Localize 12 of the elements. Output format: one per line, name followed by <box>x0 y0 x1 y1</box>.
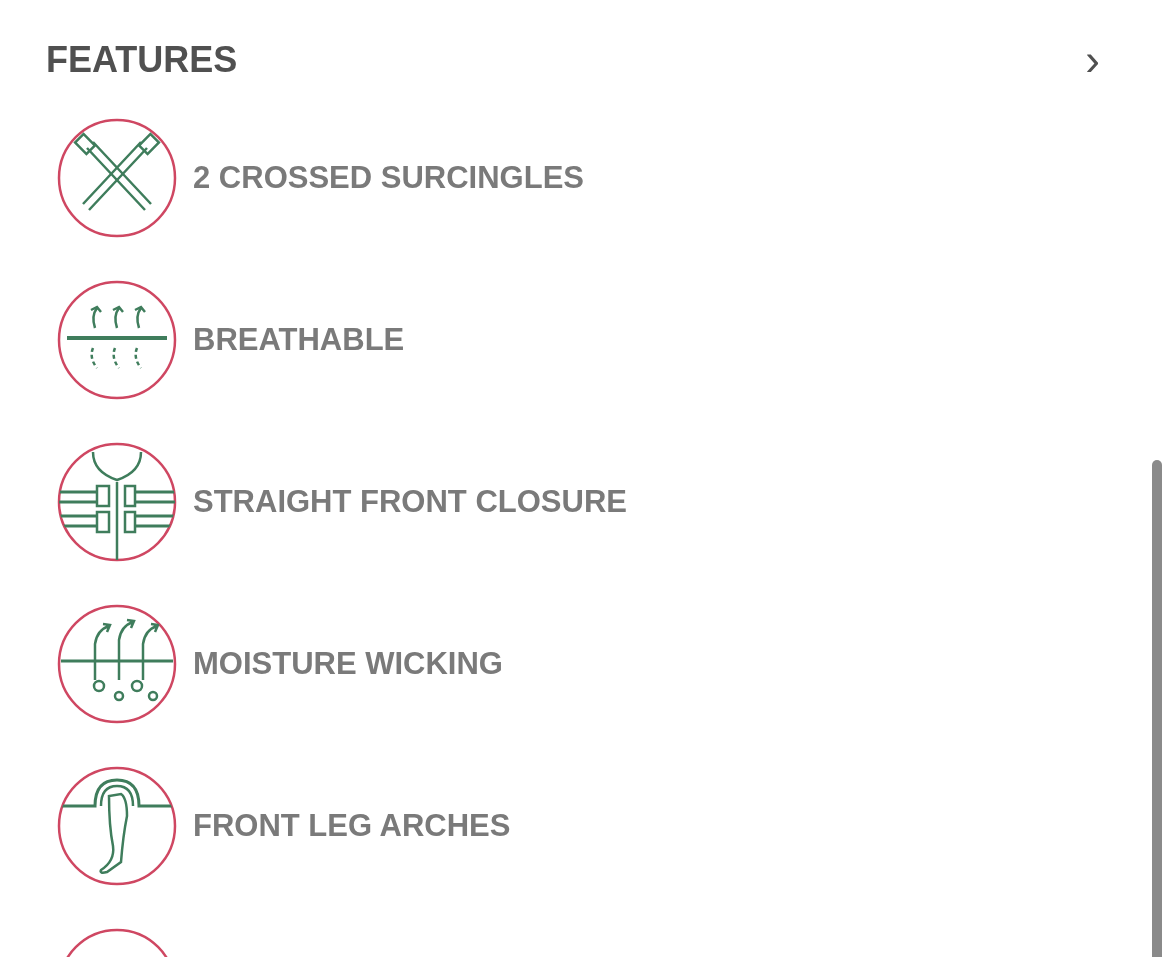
feature-icon <box>57 280 177 400</box>
expand-button[interactable]: › <box>1085 36 1100 84</box>
feature-icon <box>57 766 177 886</box>
feature-icon <box>57 118 177 238</box>
feature-label: 2 CROSSED SURCINGLES <box>193 158 584 197</box>
feature-label: MOISTURE WICKING <box>193 644 503 683</box>
feature-label: STRAIGHT FRONT CLOSURE <box>193 482 627 521</box>
feature-label: BREATHABLE <box>193 320 405 359</box>
feature-icon <box>57 442 177 562</box>
feature-icon <box>57 604 177 724</box>
feature-label: FRONT LEG ARCHES <box>193 806 511 845</box>
section-title: FEATURES <box>46 38 238 82</box>
